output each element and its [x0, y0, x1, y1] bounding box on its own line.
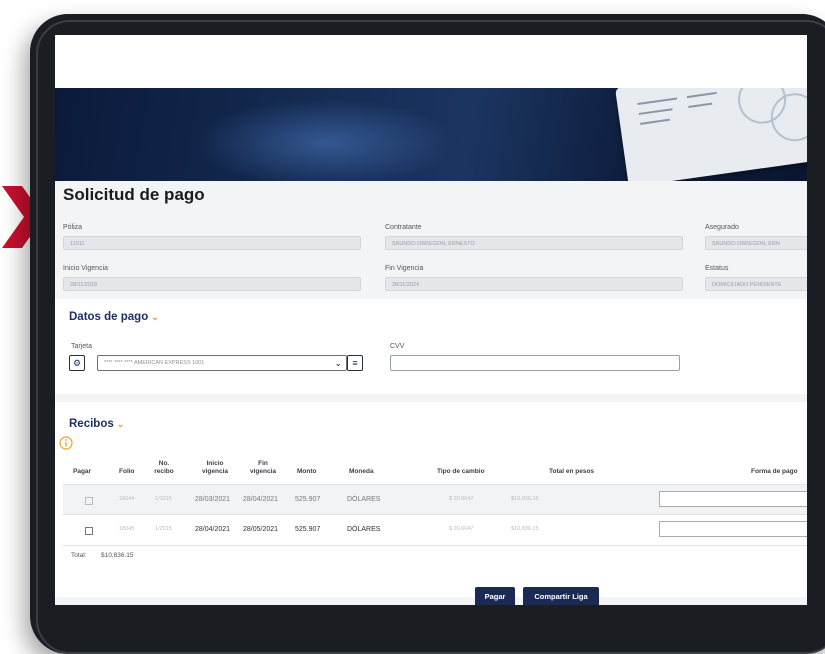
table-row: 18045 1/2015 28/04/2021 28/05/2021 525.9…	[63, 514, 807, 546]
col-header: Folio	[119, 468, 135, 475]
estatus-label: Estatus	[705, 265, 729, 272]
datos-pago-title-text: Datos de pago	[69, 311, 149, 323]
total-label: Total:	[71, 552, 87, 559]
datos-pago-title[interactable]: Datos de pago ⌄	[69, 311, 159, 323]
total-cell: $10,836.15	[511, 496, 539, 502]
datos-pago-card: Datos de pago ⌄ Tarjeta ⚙ **** **** **** …	[55, 299, 807, 394]
app-screen: Solicitud de pago Póliza 11911 Contratan…	[55, 35, 807, 605]
fin-cell: 28/05/2021	[243, 526, 279, 533]
chevron-down-icon: ⌄	[334, 358, 342, 368]
tipo-cambio-cell: $ 20.6047	[449, 526, 474, 532]
recibos-card: Recibos ⌄ Pagar Folio No. recibo Inicio v…	[55, 402, 807, 597]
chevron-down-icon: ⌄	[116, 419, 125, 429]
table-row: 18044 1/1015 28/03/2021 28/04/2021 525.9…	[63, 484, 807, 515]
moneda-cell: DÓLARES	[347, 496, 381, 503]
tarjeta-select[interactable]: **** **** **** AMERICAN EXPRESS 1001 ⌄	[97, 355, 347, 371]
compartir-liga-button[interactable]: Compartir Liga	[523, 587, 599, 605]
forma-pago-input[interactable]	[659, 521, 807, 537]
col-header: No. recibo	[154, 460, 174, 475]
tarjeta-label: Tarjeta	[71, 343, 93, 350]
recibo-cell: 1/1015	[155, 496, 172, 502]
monto-cell: 525.907	[295, 526, 321, 533]
top-bar	[55, 35, 807, 88]
total-value: $10,836.15	[101, 552, 134, 559]
recibo-cell: 1/2015	[155, 526, 172, 532]
fin-vigencia-label: Fin Vigencia	[385, 265, 424, 272]
asegurado-field: SAUNDO OBREGON, ERN	[705, 236, 807, 250]
fin-vigencia-field: 28/11/2024	[385, 277, 683, 291]
col-header: Monto	[297, 468, 317, 475]
folio-cell: 18045	[119, 526, 135, 532]
estatus-field: DOMICILIADO PENDIENTE	[705, 277, 807, 291]
folio-cell: 18044	[119, 496, 135, 502]
col-header: Tipo de cambio	[437, 468, 485, 475]
tarjeta-select-value: **** **** **** AMERICAN EXPRESS 1001	[104, 360, 205, 366]
pagar-button[interactable]: Pagar	[475, 587, 515, 605]
inicio-cell: 28/04/2021	[195, 526, 231, 533]
col-header: Fin vigencia	[249, 460, 276, 475]
list-icon[interactable]: ≡	[347, 355, 363, 371]
hero-tablet-image	[615, 88, 807, 181]
poliza-label: Póliza	[63, 224, 83, 231]
col-header: Pagar	[73, 468, 92, 475]
col-header: Total en pesos	[549, 468, 595, 475]
recibos-title-text: Recibos	[69, 418, 114, 430]
info-icon[interactable]	[59, 436, 73, 450]
chevron-down-icon: ⌄	[151, 312, 159, 322]
inicio-vigencia-label: Inicio Vigencia	[63, 265, 109, 272]
forma-pago-input[interactable]	[659, 491, 807, 507]
table-header: Pagar Folio No. recibo Inicio vigencia F…	[63, 460, 807, 484]
asegurado-label: Asegurado	[705, 224, 739, 231]
total-cell: $10,836.15	[511, 526, 539, 532]
contratante-label: Contratante	[385, 224, 422, 231]
gear-icon[interactable]: ⚙	[69, 355, 85, 371]
col-header: Inicio vigencia	[201, 460, 228, 475]
contratante-field: SAUNDO OBREGON, ERNESTO	[385, 236, 683, 250]
cvv-input[interactable]	[390, 355, 680, 371]
pagar-checkbox[interactable]	[85, 497, 93, 505]
pagar-checkbox[interactable]	[85, 527, 93, 535]
cvv-label: CVV	[390, 343, 405, 350]
inicio-cell: 28/03/2021	[195, 496, 231, 503]
recibos-title[interactable]: Recibos ⌄	[69, 418, 124, 430]
inicio-vigencia-field: 28/11/2018	[63, 277, 361, 291]
hero-banner	[55, 88, 807, 181]
page-title: Solicitud de pago	[63, 185, 205, 204]
col-header: Moneda	[349, 468, 374, 475]
moneda-cell: DÓLARES	[347, 526, 381, 533]
poliza-field: 11911	[63, 236, 361, 250]
tipo-cambio-cell: $ 20.6047	[449, 496, 474, 502]
main-content: Solicitud de pago Póliza 11911 Contratan…	[55, 181, 807, 605]
fin-cell: 28/04/2021	[243, 496, 279, 503]
monto-cell: 525.907	[295, 496, 321, 503]
col-header: Forma de pago	[751, 468, 798, 475]
